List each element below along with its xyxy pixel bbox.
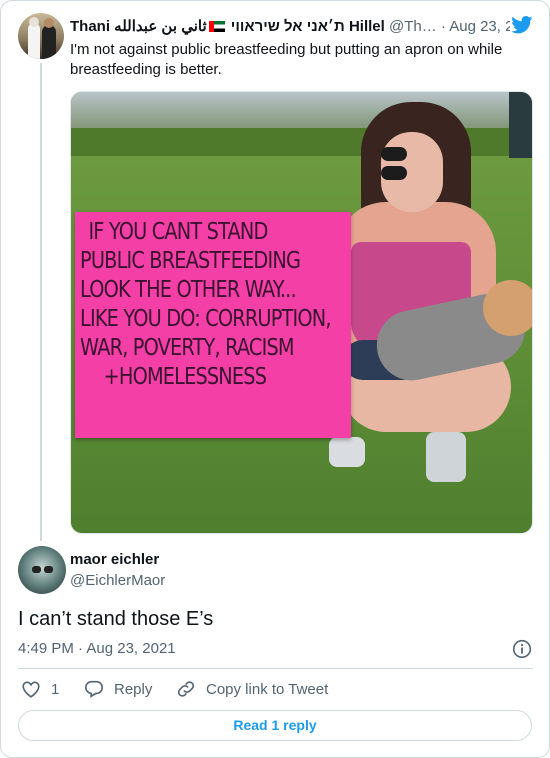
reply-handle[interactable]: @EichlerMaor — [70, 572, 165, 589]
parent-date[interactable]: Aug 23, 2021 — [449, 18, 510, 35]
parent-tweet-header[interactable]: Thani ת׳אני אל שיראווי ثاني بن عبدالله H… — [70, 17, 510, 37]
reply-date-separator: · — [78, 640, 84, 657]
reply-button[interactable]: Reply — [84, 679, 152, 701]
reply-bubble-icon — [84, 680, 104, 698]
parent-date-separator: · — [440, 18, 446, 35]
read-replies-button[interactable]: Read 1 reply — [18, 710, 532, 741]
parent-display-name[interactable]: Thani ת׳אני אל שיראווי ثاني بن عبدالله H… — [70, 18, 385, 35]
info-icon[interactable] — [512, 639, 532, 659]
copy-link-button[interactable]: Copy link to Tweet — [176, 679, 328, 701]
sign-line: +HOMELESSNESS — [103, 364, 267, 390]
parent-tweet-text: I'm not against public breastfeeding but… — [70, 41, 503, 78]
parent-name-arabic: ثاني بن عبدالله — [114, 18, 207, 35]
thread-connector-line — [40, 63, 42, 541]
reply-avatar[interactable] — [18, 546, 66, 594]
link-icon — [177, 681, 195, 697]
uae-flag-icon — [208, 21, 225, 32]
like-button[interactable]: 1 — [21, 679, 59, 701]
reply-date: Aug 23, 2021 — [86, 640, 176, 657]
protest-sign: IF YOU CANT STAND PUBLIC BREASTFEEDING L… — [75, 212, 351, 438]
heart-icon — [22, 681, 40, 698]
tweet-embed-card: Thani ת׳אני אל שיראווי ثاني بن عبدالله H… — [0, 0, 550, 758]
copy-link-label: Copy link to Tweet — [206, 681, 329, 698]
sign-line: LIKE YOU DO: CORRUPTION, — [80, 306, 331, 332]
divider — [18, 668, 533, 669]
reply-timestamp[interactable]: 4:49 PM · Aug 23, 2021 — [18, 640, 176, 657]
reply-display-name[interactable]: maor eichler — [70, 551, 159, 568]
sign-line: PUBLIC BREASTFEEDING — [80, 248, 301, 274]
reply-time: 4:49 PM — [18, 640, 74, 657]
parent-avatar[interactable] — [18, 13, 64, 59]
parent-handle[interactable]: @Th… — [389, 18, 437, 35]
twitter-bird-icon[interactable] — [511, 16, 533, 34]
parent-name-hillel: Hillel — [348, 18, 385, 35]
reply-tweet-text: I can’t stand those E’s — [18, 608, 214, 630]
sign-line: LOOK THE OTHER WAY... — [80, 277, 297, 303]
sign-line: IF YOU CANT STAND — [88, 219, 268, 245]
sign-line: WAR, POVERTY, RACISM — [80, 335, 295, 361]
parent-name-hebrew: ת׳אני אל שיראווי — [230, 18, 345, 35]
tweet-photo[interactable]: IF YOU CANT STAND PUBLIC BREASTFEEDING L… — [70, 91, 533, 534]
parent-name-latin: Thani — [70, 18, 110, 35]
reply-label: Reply — [114, 681, 153, 698]
like-count: 1 — [51, 681, 60, 698]
